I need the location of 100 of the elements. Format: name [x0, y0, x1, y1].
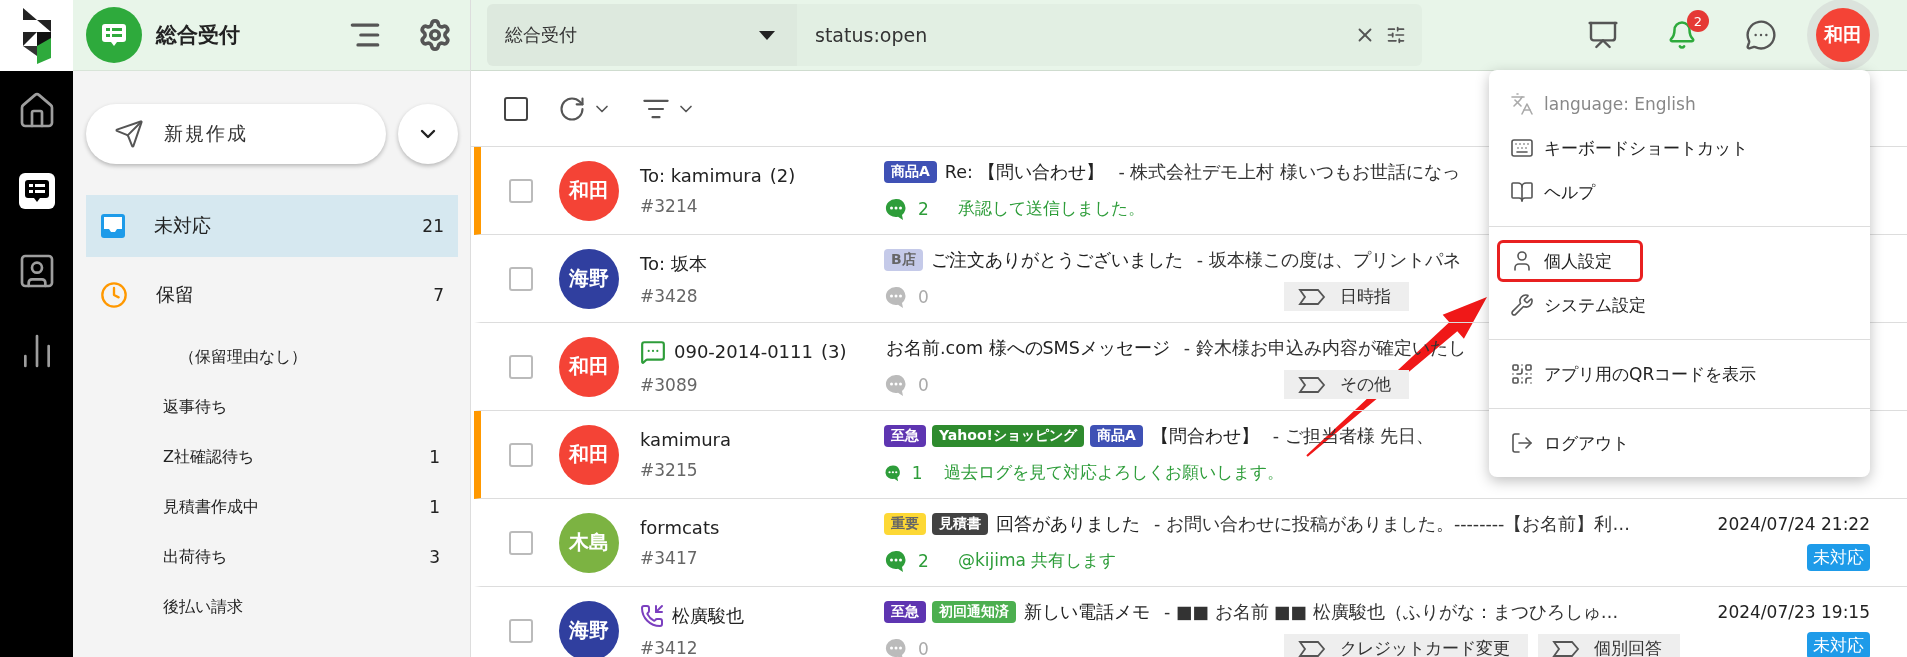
comment-count: 1: [911, 462, 924, 483]
subject: 【問合わせ】: [1150, 424, 1259, 448]
incoming-call-icon: [640, 603, 664, 628]
ticket-number: #3417: [640, 548, 698, 568]
assignee-avatar: 和田: [559, 424, 619, 485]
paper-plane-icon: [114, 119, 144, 149]
status-badge: 未対応: [1807, 632, 1870, 657]
row-checkbox[interactable]: [509, 354, 533, 379]
settings-icon[interactable]: [418, 18, 452, 52]
hold-reason-item[interactable]: Z社確認待ち 1: [73, 432, 470, 482]
comment-icon: [884, 548, 908, 573]
row-checkbox[interactable]: [509, 530, 533, 555]
sender-name: To: 坂本: [640, 251, 707, 276]
comment-count: 0: [918, 638, 930, 657]
sender-name: 090-2014-0111: [674, 341, 813, 362]
menu-item[interactable]: キーボードショートカット: [1497, 127, 1779, 169]
tag: Yahoo!ショッピング: [932, 424, 1084, 447]
assignee-avatar: 和田: [559, 336, 619, 397]
user-avatar[interactable]: 和田: [1816, 8, 1870, 62]
label-text: クレジットカード変更: [1340, 637, 1510, 657]
comment-count: 0: [918, 286, 930, 307]
label-text: その他: [1340, 373, 1391, 396]
book-icon: [1510, 180, 1534, 204]
label-text: 個別回答: [1594, 637, 1662, 657]
label-icon: [1552, 639, 1580, 657]
menu-item[interactable]: システム設定: [1497, 284, 1677, 326]
assignee-avatar: 和田: [559, 160, 619, 221]
hold-reason-item[interactable]: （保留理由なし）: [73, 332, 470, 382]
translate-icon: [1510, 92, 1534, 116]
hold-reason-item[interactable]: 見積書作成中 1: [73, 482, 470, 532]
assignee-avatar: 海野: [559, 600, 619, 657]
ticket-number: #3412: [640, 637, 698, 657]
comment-icon: [884, 372, 908, 397]
comment-count: 2: [918, 550, 930, 571]
folder-item[interactable]: 保留 7: [86, 264, 458, 326]
ticket-number: #3214: [640, 196, 698, 216]
comment-count: 0: [918, 374, 930, 395]
subject: Re: 【問い合わせ】: [944, 160, 1105, 184]
status-badge: 未対応: [1807, 544, 1870, 571]
comment-note: @kijima 共有します: [958, 549, 1117, 572]
select-all-checkbox[interactable]: [504, 96, 528, 121]
ticket-number: #3428: [640, 285, 698, 306]
sms-icon: [640, 338, 666, 365]
subject: お名前.com 様へのSMSメッセージ: [886, 336, 1170, 360]
comment-icon: [884, 196, 908, 221]
sender-name: kamimura: [640, 429, 732, 450]
message-preview: - お問い合わせに投稿がありました。--------【お名前】利…: [1154, 512, 1630, 536]
comment-icon: [884, 284, 908, 309]
row-checkbox[interactable]: [509, 442, 533, 467]
row-checkbox[interactable]: [509, 266, 533, 291]
label-icon: [1298, 639, 1326, 657]
tag: 至急: [884, 424, 926, 447]
row-checkbox[interactable]: [509, 178, 533, 203]
tag: B店: [884, 248, 923, 271]
refresh-icon: [558, 94, 586, 123]
tag: 商品A: [884, 160, 937, 183]
keyboard-icon: [1510, 136, 1534, 160]
assignee-avatar: 木島: [559, 512, 619, 573]
message-preview: - 坂本様この度は、プリントパネ: [1196, 248, 1461, 272]
search-field[interactable]: status:open: [797, 4, 1422, 66]
inbox-select[interactable]: 総合受付: [487, 4, 797, 66]
comment-note: 過去ログを見て対応よろしくお願いします。: [944, 461, 1284, 484]
highlighted-menu-item[interactable]: 個人設定: [1497, 240, 1643, 282]
message-preview: - 株式会社デモ上村 様いつもお世話になっ: [1118, 160, 1460, 184]
thread-count: (2): [769, 165, 796, 186]
filter-icon[interactable]: [1386, 25, 1406, 45]
board-icon[interactable]: [1587, 19, 1619, 51]
sender-name: To: kamimura: [640, 165, 762, 186]
label-text: 日時指: [1340, 285, 1391, 308]
tag: 至急: [884, 600, 926, 623]
sender-name: formcats: [640, 517, 720, 538]
ticket-number: #3089: [640, 374, 698, 395]
menu-item[interactable]: アプリ用のQRコードを表示: [1497, 353, 1788, 395]
compose-button[interactable]: 新規作成: [86, 104, 386, 164]
label-icon: [1298, 375, 1326, 394]
hold-reason-item[interactable]: 出荷待ち 3: [73, 532, 470, 582]
notification-count: 2: [1687, 10, 1709, 32]
inbox-badge-icon: [86, 7, 142, 63]
thread-count: (3): [820, 341, 847, 362]
hold-reason-item[interactable]: 後払い請求: [73, 582, 470, 632]
menu-item[interactable]: ログアウト: [1497, 422, 1660, 464]
logout-icon: [1510, 431, 1534, 455]
message-preview: - ■■ お名前 ■■ 松廣駿也（ふりがな：まつひろしゅ…: [1164, 600, 1619, 624]
message-board-icon[interactable]: [18, 173, 55, 209]
subject: ご注文ありがとうございました: [930, 248, 1183, 272]
subject: 回答がありました: [996, 512, 1140, 536]
wrench-icon: [1510, 293, 1534, 317]
subject: 新しい電話メモ: [1024, 600, 1150, 624]
tag: 初回通知済: [932, 600, 1016, 623]
qr-code-icon: [1510, 362, 1534, 386]
hold-reason-item[interactable]: 返事待ち: [73, 382, 470, 432]
inbox-title: 総合受付: [156, 22, 241, 49]
chat-icon[interactable]: [1745, 19, 1777, 51]
label-icon: [1298, 287, 1326, 306]
inbox-tray-icon: [100, 213, 126, 239]
folder-item[interactable]: 未対応 21: [86, 195, 458, 257]
menu-item[interactable]: ヘルプ: [1497, 171, 1626, 213]
row-checkbox[interactable]: [509, 618, 533, 643]
ticket-date: 2024/07/23 19:15: [1717, 602, 1870, 622]
ticket-number: #3215: [640, 460, 698, 480]
